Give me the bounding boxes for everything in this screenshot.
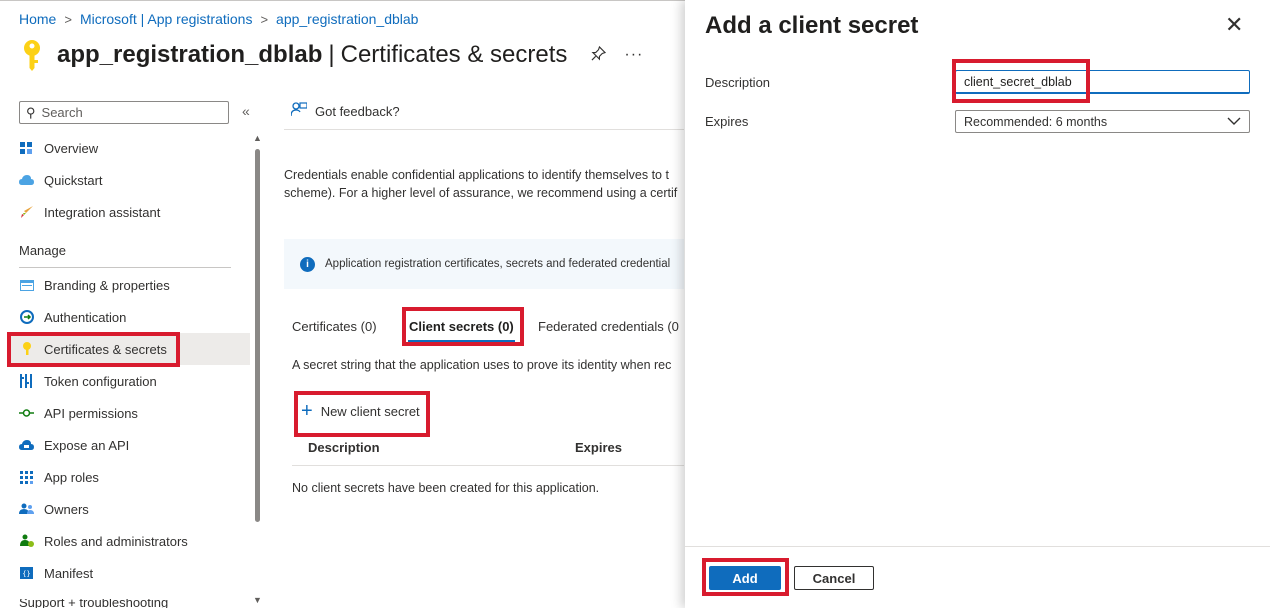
- breadcrumb-app-registrations[interactable]: Microsoft | App registrations: [80, 11, 252, 27]
- breadcrumb-separator: >: [260, 11, 269, 27]
- sidebar-item-label: API permissions: [44, 405, 138, 421]
- expires-label: Expires: [705, 114, 749, 129]
- sidebar-item-owners[interactable]: Owners: [10, 493, 250, 525]
- page-header: app_registration_dblab | Certificates & …: [19, 38, 643, 72]
- sidebar-item-label: Expose an API: [44, 437, 130, 453]
- info-icon: i: [300, 256, 315, 272]
- plus-icon: +: [301, 400, 313, 422]
- sidebar-item-certificates-secrets[interactable]: Certificates & secrets: [10, 333, 250, 365]
- sidebar-item-label: Roles and administrators: [44, 533, 188, 549]
- sidebar-search-input[interactable]: ⚲ Search: [19, 101, 229, 124]
- roles-icon: [19, 534, 34, 549]
- add-client-secret-panel: Add a client secret ✕ Description Expire…: [685, 0, 1270, 608]
- title-separator: |: [328, 41, 335, 68]
- sidebar-item-authentication[interactable]: Authentication: [10, 301, 250, 333]
- search-placeholder: Search: [41, 105, 83, 120]
- sidebar-item-label: Overview: [44, 140, 99, 156]
- sidebar-item-manifest[interactable]: {} Manifest: [10, 557, 250, 589]
- client-secret-description: A secret string that the application use…: [292, 358, 672, 372]
- empty-table-message: No client secrets have been created for …: [292, 481, 600, 495]
- scroll-down-icon[interactable]: ▼: [253, 595, 262, 605]
- sidebar-item-branding[interactable]: Branding & properties: [10, 269, 250, 301]
- tab-certificates[interactable]: Certificates (0): [292, 319, 377, 334]
- toolbar-divider: [284, 129, 684, 130]
- scrollbar-thumb[interactable]: [255, 149, 260, 522]
- feedback-icon: [290, 102, 308, 121]
- column-header-expires[interactable]: Expires: [575, 440, 622, 455]
- description-line: scheme). For a higher level of assurance…: [284, 186, 678, 200]
- pin-icon[interactable]: [591, 45, 607, 65]
- authentication-icon: [19, 310, 34, 325]
- tab-federated-credentials[interactable]: Federated credentials (0: [538, 319, 684, 334]
- sidebar-item-label: Branding & properties: [44, 277, 170, 293]
- feedback-label: Got feedback?: [315, 104, 400, 119]
- expires-dropdown[interactable]: Recommended: 6 months: [955, 110, 1250, 133]
- sidebar-item-label: Certificates & secrets: [44, 341, 167, 357]
- credentials-description: Credentials enable confidential applicat…: [284, 166, 684, 202]
- sidebar-scrollbar[interactable]: ▲ ▼: [253, 133, 262, 607]
- sidebar-section-manage: Manage: [19, 243, 66, 258]
- sidebar-item-label: Authentication: [44, 309, 127, 325]
- sidebar-item-roles-administrators[interactable]: Roles and administrators: [10, 525, 250, 557]
- manifest-icon: {}: [19, 566, 34, 581]
- sidebar-item-integration-assistant[interactable]: Integration assistant: [10, 196, 250, 228]
- feedback-button[interactable]: Got feedback?: [290, 102, 400, 121]
- sidebar-item-label: Token configuration: [44, 373, 157, 389]
- chevron-down-icon: [1227, 117, 1241, 125]
- more-options-icon[interactable]: ···: [624, 46, 643, 64]
- sidebar-item-token-configuration[interactable]: Token configuration: [10, 365, 250, 397]
- sidebar-item-label: App roles: [44, 469, 99, 485]
- new-client-secret-label: New client secret: [320, 403, 420, 419]
- sidebar-item-quickstart[interactable]: Quickstart: [10, 164, 250, 196]
- cloud-icon: [19, 173, 34, 188]
- panel-title: Add a client secret: [705, 12, 919, 39]
- new-client-secret-button[interactable]: + New client secret: [301, 400, 420, 422]
- app-roles-icon: [19, 470, 34, 485]
- close-icon[interactable]: ✕: [1225, 14, 1243, 36]
- owners-icon: [19, 502, 34, 517]
- breadcrumb-separator: >: [64, 11, 72, 27]
- sidebar-item-cut[interactable]: Support + troubleshooting: [19, 599, 168, 608]
- sidebar-item-label: Manifest: [44, 565, 94, 581]
- sidebar-item-label: Quickstart: [44, 172, 103, 188]
- panel-footer-divider: [685, 546, 1270, 547]
- branding-icon: [19, 278, 34, 293]
- column-header-description[interactable]: Description: [308, 440, 380, 455]
- overview-icon: [19, 141, 34, 156]
- table-header-divider: [292, 465, 684, 466]
- rocket-icon: [19, 205, 34, 220]
- description-line: Credentials enable confidential applicat…: [284, 168, 669, 182]
- key-icon: [19, 342, 34, 357]
- breadcrumb-app[interactable]: app_registration_dblab: [276, 11, 418, 27]
- section-divider: [19, 267, 231, 268]
- cloud-api-icon: [19, 438, 34, 453]
- expires-selected-value: Recommended: 6 months: [964, 114, 1108, 129]
- scroll-up-icon[interactable]: ▲: [253, 133, 262, 143]
- sidebar-item-label: Owners: [44, 501, 89, 517]
- collapse-sidebar-icon[interactable]: «: [242, 103, 250, 119]
- svg-text:{}: {}: [22, 570, 30, 578]
- key-icon: [24, 40, 40, 71]
- token-icon: [19, 374, 34, 389]
- sidebar-item-label: Integration assistant: [44, 204, 161, 220]
- cancel-button[interactable]: Cancel: [794, 566, 874, 590]
- page-title: app_registration_dblab: [57, 41, 323, 68]
- sidebar-item-app-roles[interactable]: App roles: [10, 461, 250, 493]
- tab-client-secrets[interactable]: Client secrets (0): [409, 319, 514, 334]
- add-button[interactable]: Add: [709, 566, 781, 590]
- description-label: Description: [705, 75, 771, 90]
- search-icon: ⚲: [26, 104, 36, 120]
- active-tab-indicator: [408, 340, 515, 342]
- sidebar-item-expose-api[interactable]: Expose an API: [10, 429, 250, 461]
- breadcrumb: Home > Microsoft | App registrations > a…: [19, 11, 418, 27]
- description-input[interactable]: [955, 70, 1250, 94]
- sidebar-item-api-permissions[interactable]: API permissions: [10, 397, 250, 429]
- sidebar-item-overview[interactable]: Overview: [10, 132, 250, 164]
- breadcrumb-home[interactable]: Home: [19, 11, 56, 27]
- api-permissions-icon: [19, 406, 34, 421]
- info-banner: i Application registration certificates,…: [284, 239, 684, 289]
- info-text: Application registration certificates, s…: [325, 258, 671, 270]
- page-subtitle: Certificates & secrets: [340, 41, 568, 68]
